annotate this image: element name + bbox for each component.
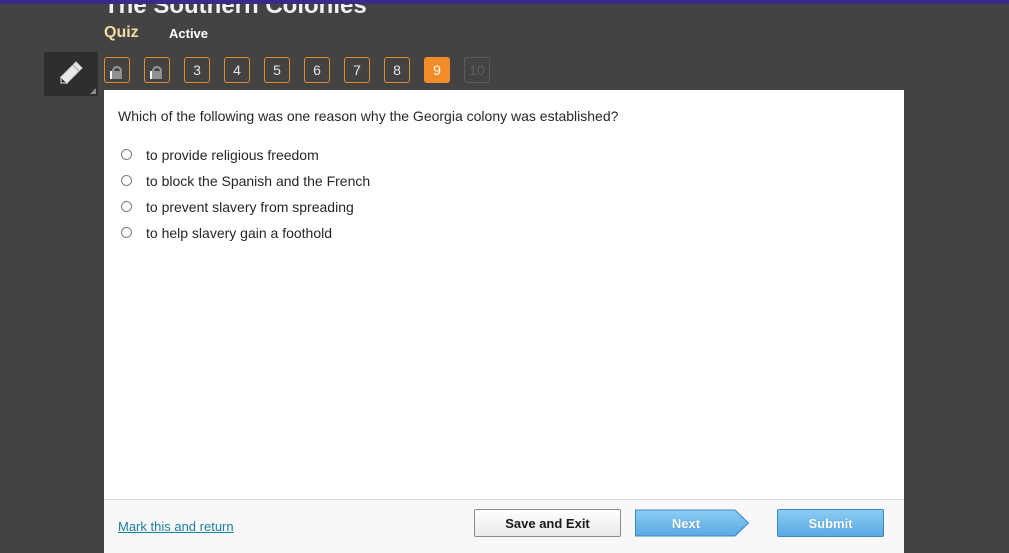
pencil-icon (60, 61, 83, 84)
option-label: to block the Spanish and the French (146, 173, 371, 189)
answer-option[interactable]: to block the Spanish and the French (121, 168, 370, 194)
question-panel: Which of the following was one reason wh… (104, 90, 904, 553)
save-and-exit-button[interactable]: Save and Exit (474, 509, 621, 537)
top-accent-bar (0, 0, 1009, 4)
lock-icon (150, 66, 164, 80)
question-nav-1[interactable] (104, 57, 130, 83)
next-label: Next (671, 515, 701, 531)
question-nav-5[interactable]: 5 (264, 57, 290, 83)
question-text: Which of the following was one reason wh… (118, 108, 619, 124)
radio-button[interactable] (121, 200, 132, 212)
radio-button[interactable] (121, 174, 132, 186)
question-nav-3[interactable]: 3 (184, 57, 210, 83)
answer-option[interactable]: to provide religious freedom (121, 142, 370, 168)
radio-button[interactable] (121, 148, 132, 160)
option-label: to prevent slavery from spreading (146, 199, 354, 215)
question-nav-10-disabled: 10 (464, 57, 490, 83)
question-nav-8[interactable]: 8 (384, 57, 410, 83)
assignment-type-label: Quiz (104, 24, 139, 41)
question-footer: Mark this and return Save and Exit Next … (104, 499, 904, 553)
question-navigation: 3 4 5 6 7 8 9 10 (104, 57, 490, 83)
answer-option[interactable]: to prevent slavery from spreading (121, 194, 370, 220)
question-nav-6[interactable]: 6 (304, 57, 330, 83)
answer-option[interactable]: to help slavery gain a foothold (121, 220, 370, 246)
answer-options: to provide religious freedom to block th… (121, 142, 370, 246)
status-label: Active (169, 26, 209, 41)
question-nav-9-current[interactable]: 9 (424, 57, 450, 83)
mark-and-return-link[interactable]: Mark this and return (118, 519, 234, 534)
tool-menu-corner (90, 88, 96, 94)
radio-button[interactable] (121, 226, 132, 238)
question-nav-7[interactable]: 7 (344, 57, 370, 83)
pencil-tool-button[interactable] (44, 52, 98, 96)
submit-button[interactable]: Submit (777, 509, 884, 537)
next-button[interactable]: Next (635, 509, 750, 537)
option-label: to help slavery gain a foothold (146, 225, 333, 241)
lock-icon (110, 66, 124, 80)
option-label: to provide religious freedom (146, 147, 319, 163)
question-nav-4[interactable]: 4 (224, 57, 250, 83)
question-nav-2[interactable] (144, 57, 170, 83)
